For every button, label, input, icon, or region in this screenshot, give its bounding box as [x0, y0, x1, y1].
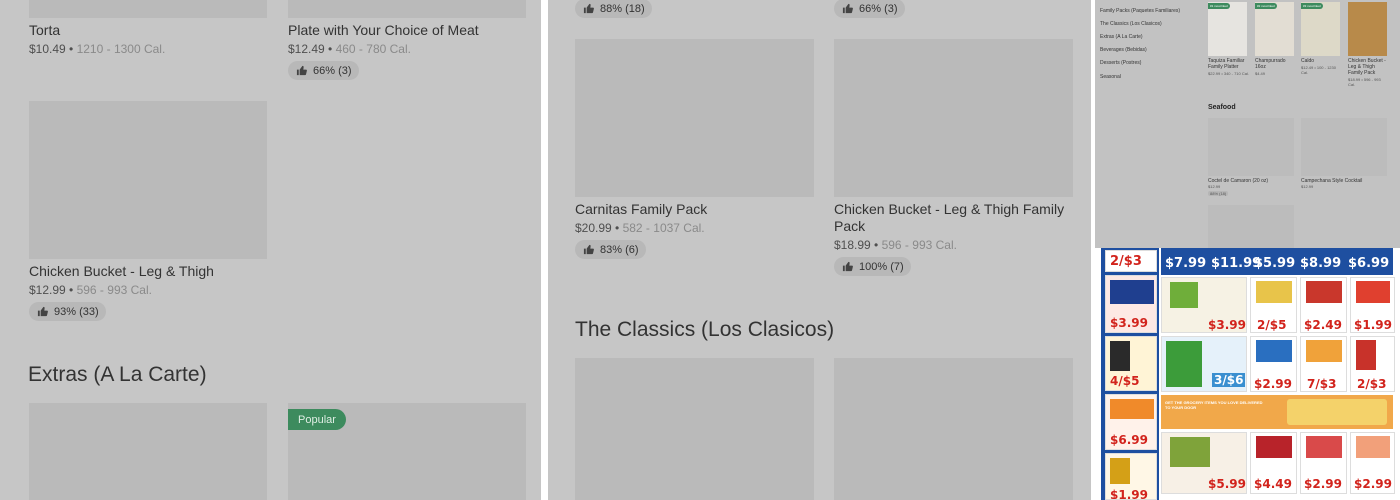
item-image[interactable] — [1208, 118, 1294, 176]
item-price: $10.49 • 1210 - 1300 Cal. — [29, 42, 166, 56]
flyer-deal: 2/$3 — [1350, 336, 1395, 392]
item-name[interactable]: Caldo — [1301, 58, 1341, 64]
item-image[interactable] — [29, 101, 267, 259]
rating-badge: 88% (18) — [575, 0, 652, 18]
item-price: $12.49 • 100 - 1230 Cal. — [1301, 65, 1336, 75]
delivery-banner[interactable]: GET THE GROCERY ITEMS YOU LOVE DELIVERED… — [1161, 395, 1393, 429]
item-image[interactable] — [1301, 118, 1387, 176]
item-name[interactable]: Chicken Bucket - Leg & Thigh Family Pack — [1348, 58, 1388, 76]
item-price: $20.99 • 582 - 1037 Cal. — [575, 221, 705, 235]
sidebar-item[interactable]: Desserts (Postres) — [1100, 60, 1141, 66]
rating-badge: 66% (3) — [834, 0, 905, 18]
item-price: $4.49 — [1255, 71, 1266, 76]
flyer-deal: $1.99 — [1105, 453, 1157, 500]
item-price: $22.99 • 340 - 710 Cal. — [1208, 71, 1249, 76]
flyer-deal: $3.99 — [1161, 277, 1247, 333]
flyer-deal: 3/$6 — [1161, 336, 1247, 392]
item-name[interactable]: Plate with Your Choice of Meat — [288, 22, 479, 39]
menu-panel-middle: 88% (18) 66% (3) Carnitas Family Pack $2… — [548, 0, 1091, 500]
menu-preview-panel: Family Packs (Paquetes Familiares) The C… — [1095, 0, 1400, 248]
item-price: $12.99 — [1208, 184, 1221, 189]
flyer-deal: $2.99 — [1350, 432, 1395, 494]
popular-badge: #3 most liked — [1301, 3, 1323, 9]
item-image[interactable] — [1208, 205, 1294, 248]
flyer-deal: 4/$5 — [1105, 336, 1157, 391]
item-name[interactable]: Taquiza Familiar Family Platter — [1208, 58, 1248, 70]
item-name[interactable]: Chicken Bucket - Leg & Thigh Family Pack — [834, 201, 1074, 235]
flyer-deal: $2.99 — [1300, 432, 1347, 494]
item-image[interactable] — [1301, 2, 1340, 56]
flyer-price: $5.99 — [1254, 256, 1296, 271]
item-name[interactable]: Chicken Bucket - Leg & Thigh — [29, 263, 214, 280]
flyer-price: $6.99 — [1348, 256, 1390, 271]
sidebar-item[interactable]: Beverages (Bebidas) — [1100, 47, 1147, 53]
flyer-deal: $4.49 — [1250, 432, 1297, 494]
item-price: $18.99 • 596 - 993 Cal. — [1348, 77, 1381, 87]
thumbs-up-icon — [842, 3, 853, 14]
flyer-price: $8.99 — [1300, 256, 1342, 271]
item-image[interactable] — [29, 403, 267, 500]
thumbs-up-icon — [583, 3, 594, 14]
item-price: $18.99 • 596 - 993 Cal. — [834, 238, 957, 252]
item-image[interactable] — [575, 358, 814, 500]
item-image[interactable] — [834, 39, 1073, 197]
grocery-flyer: $7.99 $11.99 $5.99 $8.99 $6.99 2/$3 $3.9… — [1095, 248, 1400, 500]
flyer-deal: $5.99 — [1161, 432, 1247, 494]
thumbs-up-icon — [583, 244, 594, 255]
rating-badge: 83% (6) — [575, 240, 646, 259]
flyer-deal: 7/$3 — [1300, 336, 1347, 392]
item-price: $12.49 • 460 - 780 Cal. — [288, 42, 411, 56]
thumbs-up-icon — [37, 306, 48, 317]
thumbs-up-icon — [296, 65, 307, 76]
sidebar-item[interactable]: Extras (A La Carte) — [1100, 34, 1143, 40]
menu-panel-left: Torta $10.49 • 1210 - 1300 Cal. Plate wi… — [0, 0, 541, 500]
item-image[interactable] — [1255, 2, 1294, 56]
flyer-deal: $1.99 — [1350, 277, 1395, 333]
sidebar-item[interactable]: The Classics (Los Clasicos) — [1100, 21, 1162, 27]
popular-badge: Popular — [288, 409, 346, 430]
sidebar-item[interactable]: Family Packs (Paquetes Familiares) — [1100, 8, 1180, 14]
item-price: $12.99 • 596 - 993 Cal. — [29, 283, 152, 297]
flyer-deal: 2/$5 — [1250, 277, 1297, 333]
rating-badge: 93% (33) — [29, 302, 106, 321]
section-title: Extras (A La Carte) — [28, 363, 207, 386]
rating-badge: 100% (7) — [834, 257, 911, 276]
flyer-deal: $2.99 — [1250, 336, 1297, 392]
item-name[interactable]: Torta — [29, 22, 60, 39]
sidebar-item[interactable]: Seasonal — [1100, 74, 1121, 80]
item-image[interactable] — [29, 0, 267, 18]
popular-badge: #2 most liked — [1255, 3, 1277, 9]
flyer-price: $7.99 — [1165, 256, 1207, 271]
flyer-deal: $6.99 — [1105, 394, 1157, 450]
flyer-deal: 2/$3 — [1105, 250, 1157, 272]
item-price: $12.99 — [1301, 184, 1314, 189]
flyer-deal: $2.49 — [1300, 277, 1347, 333]
rating-badge: 66% (3) — [288, 61, 359, 80]
item-image[interactable] — [288, 0, 526, 18]
item-name[interactable]: Champurrado 16oz — [1255, 58, 1295, 70]
item-image[interactable] — [1208, 2, 1247, 56]
thumbs-up-icon — [842, 261, 853, 272]
item-image[interactable] — [575, 39, 814, 197]
section-title: Seafood — [1208, 104, 1236, 111]
item-image[interactable] — [834, 358, 1073, 500]
flyer-deal: $3.99 — [1105, 275, 1157, 333]
rating-badge: 88% (18) — [1208, 191, 1229, 196]
item-name[interactable]: Carnitas Family Pack — [575, 201, 707, 218]
popular-badge: #1 most liked — [1208, 3, 1230, 9]
item-image[interactable] — [1348, 2, 1387, 56]
section-title: The Classics (Los Clasicos) — [575, 318, 835, 341]
